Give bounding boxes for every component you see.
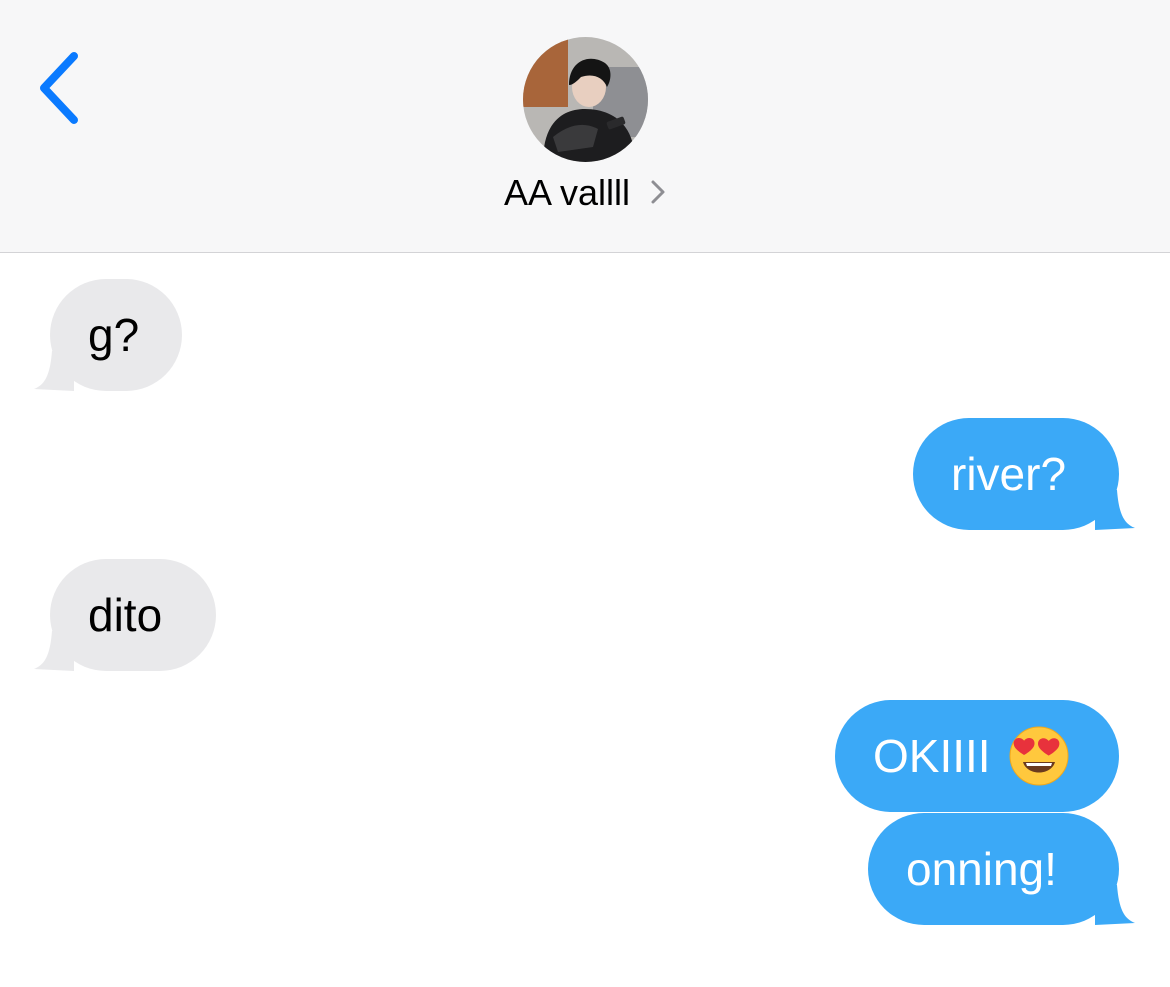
chevron-right-icon xyxy=(651,180,665,204)
conversation-header: AA vallll xyxy=(0,0,1170,253)
contact-name-button[interactable]: AA vallll xyxy=(0,172,1170,214)
bubble-tail xyxy=(1095,885,1135,925)
bubble-tail xyxy=(1095,490,1135,530)
contact-avatar-photo xyxy=(523,37,648,162)
chevron-left-icon xyxy=(40,52,78,124)
bubble-tail xyxy=(34,631,74,671)
message-text: dito xyxy=(88,589,163,641)
avatar[interactable] xyxy=(523,37,648,162)
message-text: g? xyxy=(88,309,140,361)
heart-eyes-emoji-icon xyxy=(1009,726,1069,786)
message-text: onning! xyxy=(906,843,1057,895)
message-text: river? xyxy=(951,448,1067,500)
bubble-tail xyxy=(34,351,74,391)
back-button[interactable] xyxy=(30,48,90,128)
message-bubble-outgoing[interactable]: onning! xyxy=(868,813,1135,925)
message-text: OKIIII xyxy=(873,730,991,782)
message-bubble-incoming[interactable]: dito xyxy=(34,559,216,671)
message-bubble-outgoing[interactable]: river? xyxy=(913,418,1135,530)
message-bubble-incoming[interactable]: g? xyxy=(34,279,182,391)
message-thread: g? river? dito OKIIII onning! xyxy=(0,253,1170,987)
contact-name: AA vallll xyxy=(503,172,631,213)
message-bubble-outgoing[interactable]: OKIIII xyxy=(835,700,1119,812)
